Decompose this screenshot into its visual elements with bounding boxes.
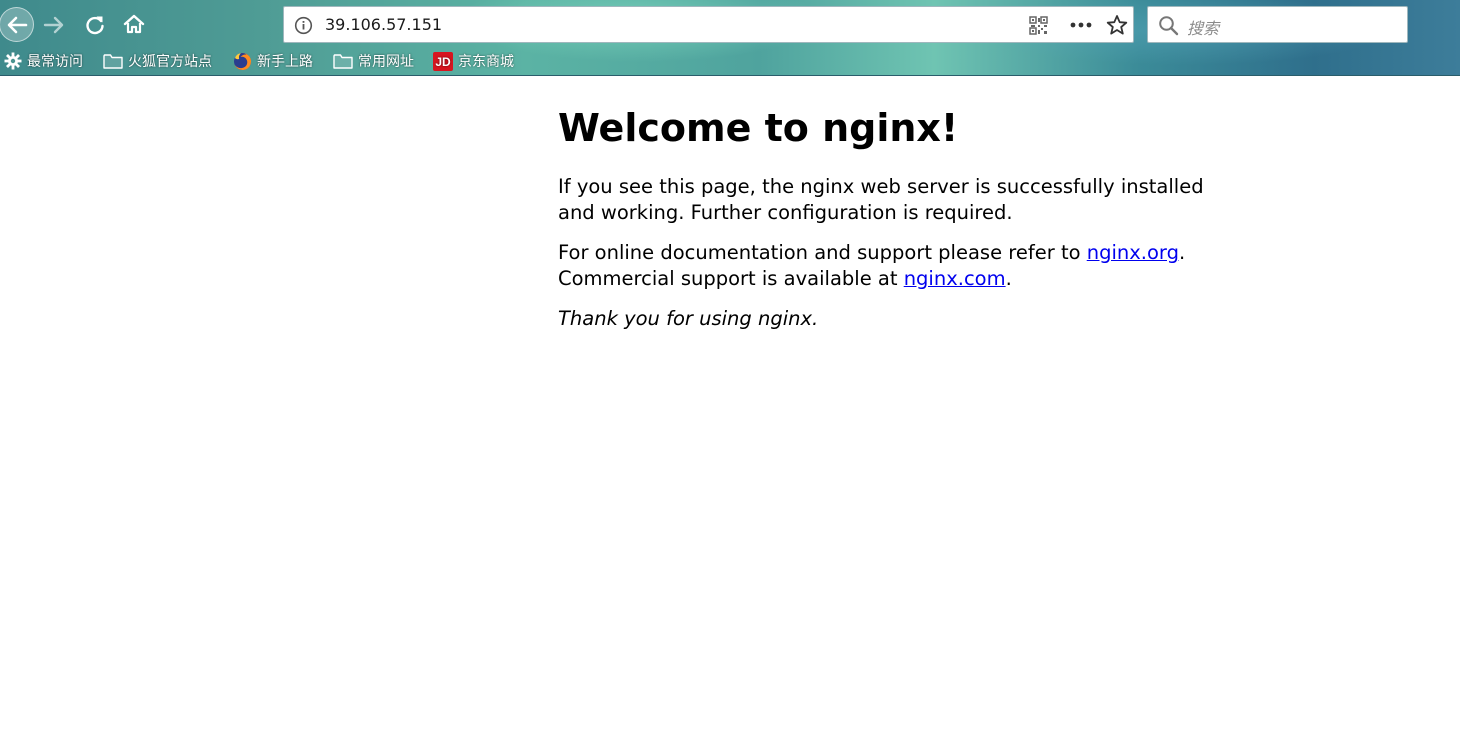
- commercial-period: .: [1005, 267, 1012, 290]
- home-icon[interactable]: [123, 13, 145, 35]
- search-bar[interactable]: 搜索: [1147, 6, 1408, 43]
- bookmark-most-visited[interactable]: 最常访问: [4, 49, 83, 73]
- nginx-org-link[interactable]: nginx.org: [1087, 241, 1179, 264]
- folder-icon: [103, 54, 123, 69]
- url-text[interactable]: 39.106.57.151: [325, 15, 442, 34]
- nginx-com-link[interactable]: nginx.com: [904, 267, 1006, 290]
- reload-icon[interactable]: [84, 14, 106, 36]
- navigation-toolbar: 39.106.57.151 搜索: [0, 0, 1460, 48]
- bookmark-label: 最常访问: [27, 54, 83, 70]
- more-actions-icon[interactable]: [1070, 22, 1092, 28]
- search-placeholder: 搜索: [1187, 19, 1220, 38]
- page-title: Welcome to nginx!: [558, 106, 959, 150]
- bookmark-firefox-site[interactable]: 火狐官方站点: [103, 49, 212, 73]
- intro-paragraph: If you see this page, the nginx web serv…: [558, 175, 1204, 224]
- bookmark-common-sites[interactable]: 常用网址: [333, 49, 414, 73]
- bookmark-star-icon[interactable]: [1106, 14, 1128, 36]
- support-paragraph: For online documentation and support ple…: [558, 240, 1208, 292]
- folder-icon: [333, 54, 353, 69]
- jd-badge-text: JD: [435, 55, 451, 69]
- bookmark-label: 火狐官方站点: [128, 54, 212, 70]
- bookmarks-toolbar: 最常访问 火狐官方站点 新手上路 常用网址 JD 京东商城: [0, 49, 1460, 73]
- info-icon[interactable]: [294, 16, 313, 35]
- back-button[interactable]: [0, 7, 34, 42]
- page-content: Welcome to nginx! If you see this page, …: [558, 104, 1208, 346]
- support-period: .: [1178, 241, 1186, 264]
- address-bar[interactable]: 39.106.57.151: [283, 6, 1134, 43]
- commercial-support-text: Commercial support is available at: [558, 267, 904, 290]
- bookmark-label: 京东商城: [458, 54, 514, 70]
- bookmark-label: 常用网址: [358, 54, 414, 70]
- browser-chrome: 39.106.57.151 搜索 最常访问 火狐官方站点 新手上路 常用网址 J…: [0, 0, 1460, 76]
- search-icon: [1159, 16, 1179, 36]
- bookmark-jd-mall[interactable]: JD 京东商城: [433, 49, 514, 73]
- qr-code-icon[interactable]: [1029, 16, 1048, 35]
- gear-icon: [4, 52, 22, 70]
- bookmark-label: 新手上路: [257, 54, 313, 70]
- forward-arrow-icon[interactable]: [43, 15, 65, 35]
- thank-you-text: Thank you for using nginx.: [558, 307, 819, 330]
- back-arrow-icon: [7, 16, 28, 34]
- support-text: For online documentation and support ple…: [558, 241, 1087, 264]
- firefox-icon: [234, 52, 252, 70]
- bookmark-getting-started[interactable]: 新手上路: [233, 49, 313, 73]
- jd-icon: JD: [433, 51, 453, 71]
